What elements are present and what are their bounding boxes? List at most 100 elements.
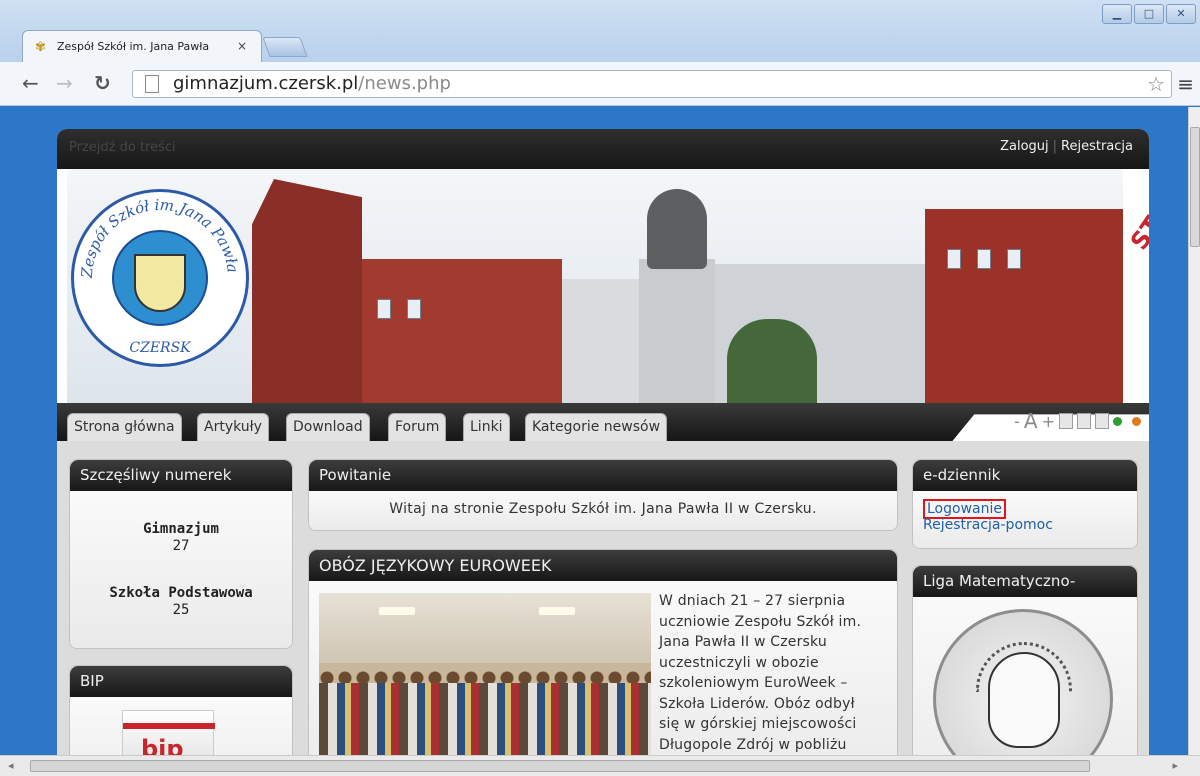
tab-title: Zespół Szkół im. Jana Pawła: [57, 40, 210, 53]
page-viewport: Przejdź do treści Zaloguj|Rejestracja: [12, 107, 1188, 755]
content-area: Szczęśliwy numerek Gimnazjum 27 Szkoła P…: [57, 441, 1149, 755]
url-path: /news.php: [358, 73, 451, 94]
bip-logo-text: bip: [141, 735, 184, 755]
article-line: szkoleniowym EuroWeek –: [659, 675, 848, 691]
width-narrow-icon[interactable]: [1059, 413, 1073, 429]
article-line: uczniowie Zespołu Szkół im.: [659, 613, 862, 630]
window-controls: ▁ □ ✕: [1102, 4, 1196, 24]
scroll-right-icon[interactable]: ▸: [1172, 759, 1178, 772]
login-link[interactable]: Zaloguj: [1000, 139, 1049, 154]
new-tab-button[interactable]: [262, 37, 308, 57]
logowanie-link[interactable]: Logowanie: [923, 499, 1006, 519]
bip-logo[interactable]: bip: [122, 710, 215, 755]
monument-statue: [647, 189, 707, 269]
url-domain: gimnazjum.czersk.pl: [173, 73, 359, 94]
separator: |: [1052, 139, 1058, 154]
nav-tab-news-categories[interactable]: Kategorie newsów: [525, 413, 668, 441]
podstawowa-label: Szkoła Podstawowa: [109, 585, 253, 601]
gimnazjum-label: Gimnazjum: [143, 521, 219, 537]
back-icon[interactable]: ←: [22, 71, 39, 95]
nav-tab-home[interactable]: Strona główna: [67, 413, 182, 441]
address-bar[interactable]: gimnazjum.czersk.pl/news.php ☆: [132, 70, 1172, 98]
logo-shield: [134, 254, 186, 312]
site-top-bar: Przejdź do treści Zaloguj | Rejestracja: [57, 129, 1149, 169]
site-container: Przejdź do treści Zaloguj|Rejestracja: [57, 129, 1149, 755]
window: [947, 249, 961, 269]
width-wide-icon[interactable]: [1095, 413, 1109, 429]
browser-tab[interactable]: ✾ Zespół Szkół im. Jana Pawła ×: [22, 30, 262, 62]
monument-pedestal: [639, 259, 715, 405]
nav-tab-links[interactable]: Linki: [463, 413, 510, 441]
math-league-logo[interactable]: [933, 609, 1113, 755]
page-icon: [145, 75, 159, 93]
favicon-icon: ✾: [35, 40, 46, 55]
building-white: [562, 279, 642, 405]
menu-icon[interactable]: ≡: [1177, 72, 1194, 96]
reload-icon[interactable]: ↻: [94, 71, 111, 95]
panel-title: Liga Matematyczno-: [913, 566, 1137, 597]
close-window-button[interactable]: ✕: [1166, 4, 1196, 24]
maximize-button[interactable]: □: [1134, 4, 1164, 24]
article-line: W dniach 21 – 27 sierpnia: [659, 593, 846, 609]
tab-close-icon[interactable]: ×: [237, 39, 247, 53]
lucky-number-panel: Szczęśliwy numerek Gimnazjum 27 Szkoła P…: [69, 459, 293, 649]
article-text: W dniach 21 – 27 sierpnia uczniowie Zesp…: [659, 591, 893, 755]
register-link[interactable]: Rejestracja: [1061, 139, 1133, 154]
association-ad[interactable]: STOWARZY: [1123, 169, 1149, 405]
nav-tab-forum[interactable]: Forum: [388, 413, 447, 441]
nav-tab-articles[interactable]: Artykuły: [197, 413, 269, 441]
school-logo: Zespół Szkół im.Jana Pawła II CZERSK: [71, 189, 249, 367]
gimnazjum-value: 27: [172, 538, 190, 554]
font-reset-button[interactable]: A: [1024, 409, 1038, 433]
nav-tab-download[interactable]: Download: [286, 413, 370, 441]
font-size-controls: - A +: [1014, 409, 1141, 433]
vertical-scrollbar[interactable]: [1188, 107, 1200, 755]
article-line: Długopole Zdrój w pobliżu: [659, 736, 847, 753]
header-banner: Zespół Szkół im.Jana Pawła II CZERSK STO…: [67, 169, 1149, 405]
podstawowa-value: 25: [172, 602, 190, 618]
forward-icon[interactable]: →: [56, 71, 73, 95]
green-theme-icon[interactable]: [1113, 416, 1122, 426]
scroll-left-icon[interactable]: ◂: [8, 759, 14, 772]
scroll-thumb[interactable]: [1190, 127, 1200, 247]
logo-emblem: [112, 230, 208, 326]
font-decrease-button[interactable]: -: [1014, 412, 1020, 431]
panel-title: Powitanie: [309, 460, 897, 491]
bookmark-star-icon[interactable]: ☆: [1147, 71, 1165, 97]
news-article-panel: OBÓZ JĘZYKOWY EUROWEEK W dniach 21 – 27 …: [308, 549, 898, 755]
logo-city-text: CZERSK: [129, 340, 192, 356]
article-title[interactable]: OBÓZ JĘZYKOWY EUROWEEK: [309, 550, 897, 581]
horizontal-scrollbar[interactable]: ◂ ▸: [0, 755, 1200, 776]
building-red-right: [925, 209, 1125, 405]
minimize-button[interactable]: ▁: [1102, 4, 1132, 24]
e-diary-panel: e-dziennik Logowanie Rejestracja-pomoc: [912, 459, 1138, 549]
panel-title: BIP: [70, 666, 292, 697]
browser-toolbar: ← → ↻ gimnazjum.czersk.pl/news.php ☆ ≡: [0, 62, 1200, 106]
width-medium-icon[interactable]: [1077, 413, 1091, 429]
article-line: Jana Pawła II w Czersku: [659, 634, 828, 650]
ad-text: STOWARZY: [1125, 169, 1149, 256]
bip-panel: BIP bip: [69, 665, 293, 755]
tree: [727, 319, 817, 405]
main-nav: Strona główna Artykuły Download Forum Li…: [57, 403, 1149, 441]
building-tower: [252, 179, 362, 405]
window: [977, 249, 991, 269]
window: [407, 299, 421, 319]
math-league-panel: Liga Matematyczno-: [912, 565, 1138, 755]
skip-to-content-link[interactable]: Przejdź do treści: [69, 140, 176, 155]
user-links: Zaloguj | Rejestracja: [1000, 139, 1133, 154]
article-line: Szkoła Liderów. Obóz odbył: [659, 695, 855, 712]
font-increase-button[interactable]: +: [1042, 412, 1055, 431]
welcome-text: Witaj na stronie Zespołu Szkół im. Jana …: [309, 491, 897, 530]
orange-theme-icon[interactable]: [1132, 416, 1141, 426]
scroll-thumb[interactable]: [30, 760, 1090, 772]
building-red: [362, 259, 562, 405]
window: [1007, 249, 1021, 269]
article-photo[interactable]: [319, 593, 651, 755]
article-line: się w górskiej miejscowości: [659, 716, 857, 732]
welcome-panel: Powitanie Witaj na stronie Zespołu Szkół…: [308, 459, 898, 531]
window: [377, 299, 391, 319]
rejestracja-pomoc-link[interactable]: Rejestracja-pomoc: [923, 517, 1053, 533]
panel-title: e-dziennik: [913, 460, 1137, 491]
article-line: uczestniczyli w obozie: [659, 654, 819, 671]
